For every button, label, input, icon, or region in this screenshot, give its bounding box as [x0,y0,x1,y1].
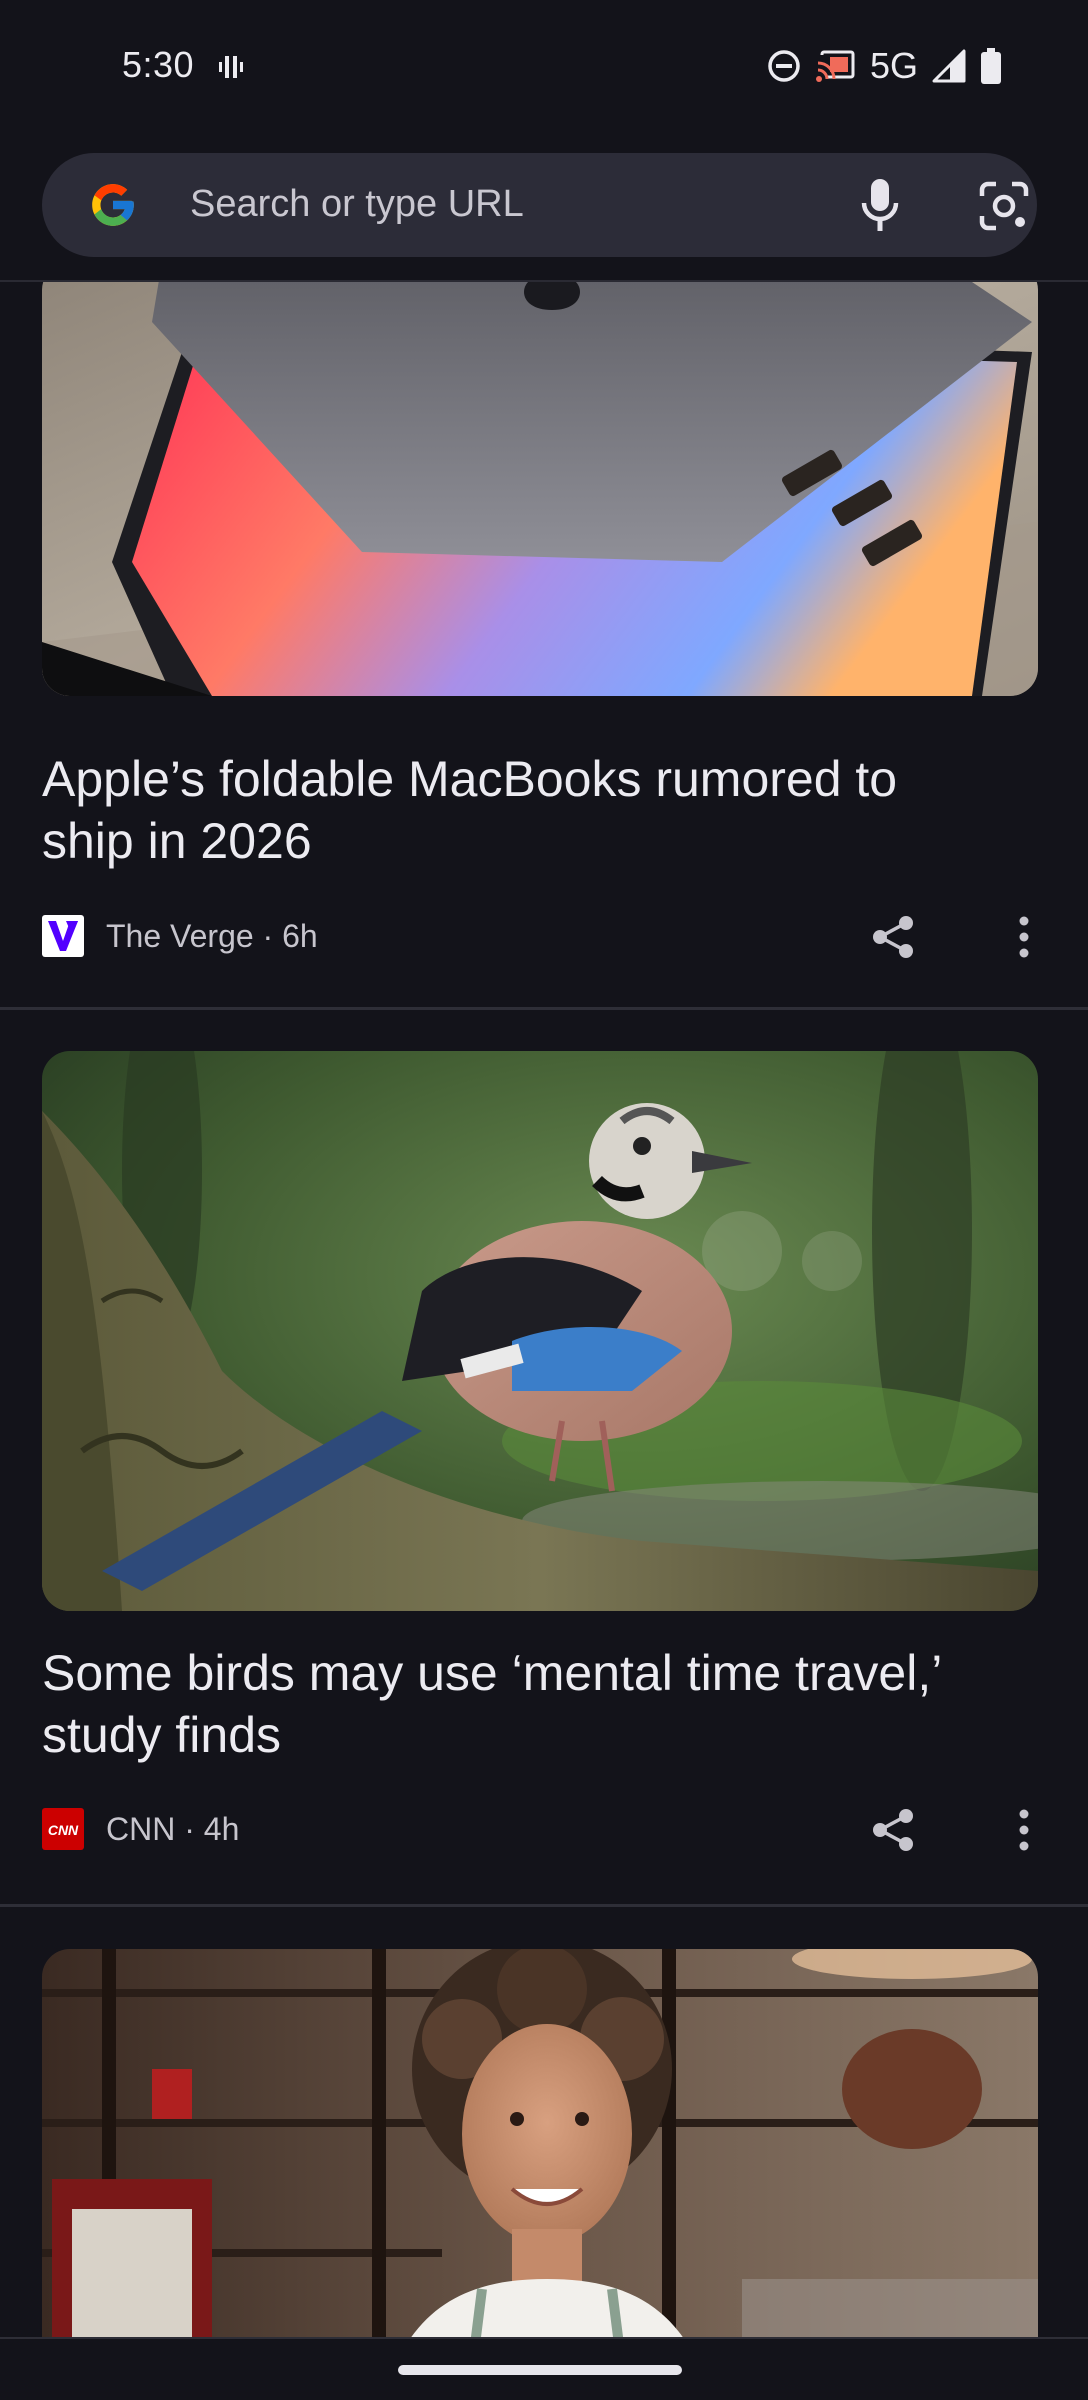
gesture-navigation-bar [0,2337,1088,2400]
source-name: CNN · 4h [106,1810,240,1847]
article-card[interactable] [0,1907,1088,2338]
article-source[interactable]: The Verge · 6h [42,914,318,958]
network-type-label: 5G [869,45,918,86]
news-feed[interactable]: Apple’s foldable MacBooks rumored to shi… [0,282,1088,2338]
article-image-woman-cafe[interactable] [42,1949,1038,2338]
status-bar: 5:30 5G [0,0,1088,135]
svg-text:CNN: CNN [48,1822,79,1838]
cnn-logo-icon: CNN [42,1808,84,1850]
vibrate-icon [219,56,243,78]
status-icons: 5G [766,45,1002,86]
article-image-macbook[interactable] [42,282,1038,696]
cast-icon [815,50,855,83]
article-card[interactable]: Apple’s foldable MacBooks rumored to shi… [0,282,1088,1010]
status-time: 5:30 [122,44,195,85]
source-name: The Verge · 6h [106,917,318,954]
battery-icon [981,48,1001,84]
google-logo-icon [92,184,134,226]
home-gesture-handle[interactable] [398,2365,682,2375]
share-icon[interactable] [870,914,916,960]
microphone-icon[interactable] [856,175,904,235]
do-not-disturb-icon [768,50,800,82]
article-card[interactable]: Some birds may use ‘mental time travel,’… [0,1010,1088,1907]
signal-icon [932,49,966,83]
browser-new-tab-page: 5:30 5G Search or type URL Apple’s folda… [0,0,1088,2400]
article-title[interactable]: Some birds may use ‘mental time travel,’… [42,1642,1002,1766]
article-title[interactable]: Apple’s foldable MacBooks rumored to shi… [42,748,1002,872]
search-bar[interactable]: Search or type URL [42,153,1037,257]
verge-logo-icon [42,915,84,957]
more-options-icon[interactable] [1014,1807,1034,1853]
more-options-icon[interactable] [1014,914,1034,960]
article-source[interactable]: CNN CNN · 4h [42,1807,239,1851]
article-image-bird[interactable] [42,1051,1038,1611]
search-input[interactable]: Search or type URL [190,183,524,226]
share-icon[interactable] [870,1807,916,1853]
lens-camera-icon[interactable] [978,180,1030,232]
